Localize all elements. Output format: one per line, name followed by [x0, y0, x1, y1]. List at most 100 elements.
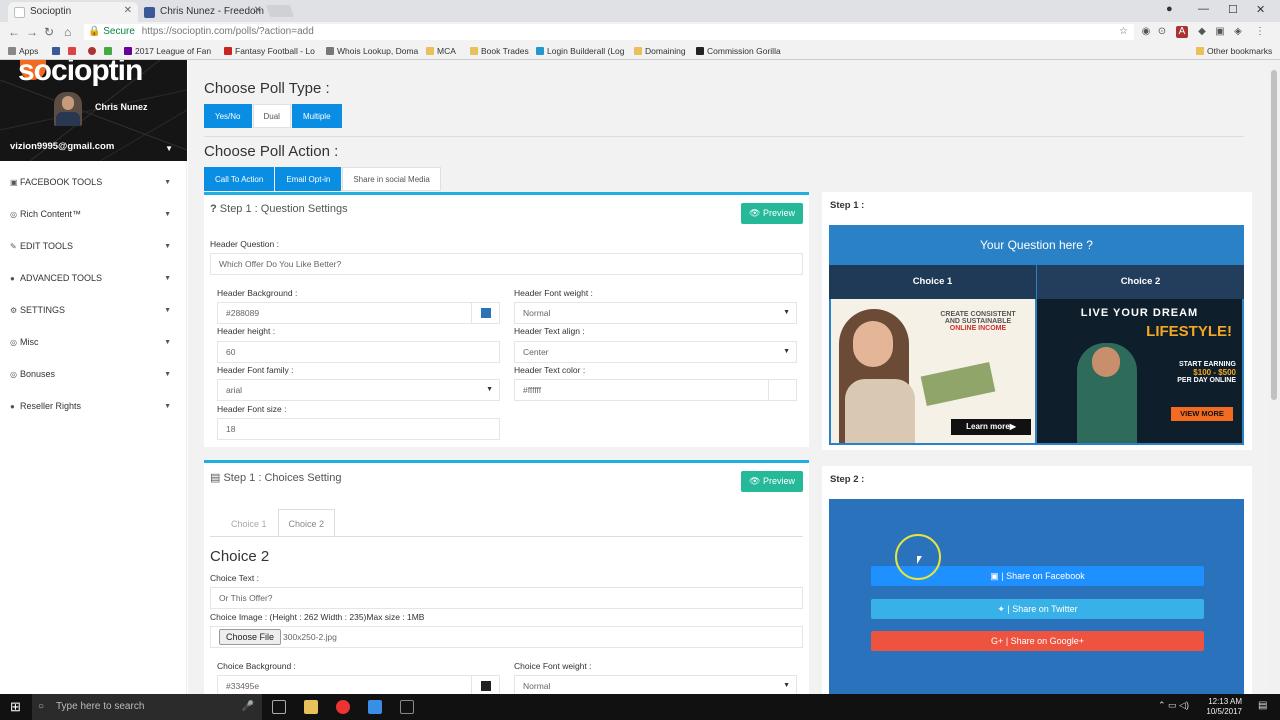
- sidebar-item-advanced-tools[interactable]: ● ADVANCED TOOLS ▼: [0, 263, 187, 295]
- taskbar-search[interactable]: ○ Type here to search 🎤: [32, 694, 262, 720]
- bookmark-other[interactable]: Other bookmarks: [1196, 46, 1272, 56]
- color-swatch[interactable]: [471, 303, 499, 323]
- bookmark-builderall[interactable]: Login Builderall (Log: [536, 46, 625, 56]
- profile-name: Chris Nunez: [95, 102, 148, 112]
- view-more-button[interactable]: VIEW MORE: [1171, 407, 1233, 421]
- bookmark-commission-gorilla[interactable]: Commission Gorilla: [696, 46, 781, 56]
- app-logo[interactable]: socioptin: [18, 60, 143, 88]
- chrome-icon[interactable]: [336, 700, 350, 714]
- bookmark-icon[interactable]: [104, 46, 115, 56]
- header-height-input[interactable]: 60: [217, 341, 500, 363]
- forward-icon[interactable]: →: [26, 25, 38, 39]
- menu-icon[interactable]: ⋮: [1254, 26, 1266, 38]
- header-background-input[interactable]: #288089: [217, 302, 500, 324]
- sidebar-item-reseller-rights[interactable]: ● Reseller Rights ▼: [0, 391, 187, 423]
- header-text-color-input[interactable]: #ffffff: [514, 379, 797, 401]
- maximize-icon[interactable]: ☐: [1228, 3, 1238, 16]
- sidebar-item-bonuses[interactable]: ◎ Bonuses ▼: [0, 359, 187, 391]
- file-explorer-icon[interactable]: [304, 700, 318, 714]
- bookmark-domaining[interactable]: Domaining: [634, 46, 686, 56]
- sidebar-item-settings[interactable]: ⚙ SETTINGS ▼: [0, 295, 187, 327]
- url-text: https://socioptin.com/polls/?action=add: [141, 26, 314, 37]
- poll-type-multiple-button[interactable]: Multiple: [291, 104, 342, 128]
- header-font-size-input[interactable]: 18: [217, 418, 500, 440]
- back-icon[interactable]: ←: [8, 25, 20, 39]
- share-google-button[interactable]: G+ | Share on Google+: [871, 631, 1204, 651]
- choice-text-input[interactable]: Or This Offer?: [210, 587, 803, 609]
- bookmark-apps[interactable]: Apps: [8, 46, 38, 56]
- extension-icon[interactable]: ▣: [1214, 26, 1226, 38]
- choice-image-file-input[interactable]: Choose File 300x250-2.jpg: [210, 626, 803, 648]
- profile-icon[interactable]: ●: [1166, 3, 1173, 15]
- choose-file-button[interactable]: Choose File: [219, 629, 282, 645]
- poll-choice-1[interactable]: Choice 1: [829, 265, 1036, 299]
- page-scrollbar[interactable]: [1268, 60, 1280, 694]
- account-dropdown[interactable]: vizion9995@gmail.com ▼: [0, 140, 187, 161]
- choice-tabs: Choice 1 Choice 2: [220, 509, 336, 537]
- bookmark-book-trades[interactable]: Book Trades: [470, 46, 529, 56]
- bookmark-fantasy[interactable]: Fantasy Football - Lo: [224, 46, 315, 56]
- windows-start-icon[interactable]: ⊞: [10, 699, 21, 715]
- bookmark-icon[interactable]: [88, 46, 99, 56]
- poll-choice-2[interactable]: Choice 2: [1037, 265, 1244, 299]
- home-icon[interactable]: ⌂: [64, 25, 71, 39]
- bookmark-mca[interactable]: MCA: [426, 46, 456, 56]
- url-bar[interactable]: 🔒 Secure https://socioptin.com/polls/?ac…: [84, 24, 1134, 40]
- tray-icons[interactable]: ⌃ ▭ ◁): [1158, 700, 1189, 711]
- choice-background-input[interactable]: #33495e: [217, 675, 500, 694]
- tab-choice-1[interactable]: Choice 1: [220, 509, 278, 537]
- search-icon: ○: [38, 701, 45, 712]
- browser-tab-socioptin[interactable]: Socioptin ✕: [8, 2, 138, 22]
- color-swatch[interactable]: [768, 380, 796, 400]
- header-font-family-select[interactable]: arial ▼: [217, 379, 500, 401]
- email-opt-in-button[interactable]: Email Opt-in: [275, 167, 342, 191]
- bookmark-league[interactable]: 2017 League of Fan: [124, 46, 211, 56]
- sidebar-item-edit-tools[interactable]: ✎ EDIT TOOLS ▼: [0, 231, 187, 263]
- new-tab-button[interactable]: [265, 5, 295, 17]
- header-font-weight-select[interactable]: Normal ▼: [514, 302, 797, 324]
- header-question-input[interactable]: Which Offer Do You Like Better?: [210, 253, 803, 275]
- task-view-icon[interactable]: [272, 700, 286, 714]
- bookmark-icon-f[interactable]: [52, 46, 63, 56]
- reload-icon[interactable]: ↻: [44, 25, 54, 39]
- close-icon[interactable]: ✕: [124, 5, 132, 16]
- close-window-icon[interactable]: ✕: [1256, 3, 1265, 16]
- browser-tab-chris[interactable]: Chris Nunez - Freedom ✕: [138, 2, 268, 22]
- bookmark-whois[interactable]: Whois Lookup, Doma: [326, 46, 418, 56]
- sidebar-item-misc[interactable]: ◎ Misc ▼: [0, 327, 187, 359]
- extension-icon[interactable]: ◈: [1232, 26, 1244, 38]
- close-icon[interactable]: ✕: [254, 5, 262, 16]
- app-icon[interactable]: [400, 700, 414, 714]
- extension-icon[interactable]: ⊙: [1156, 26, 1168, 38]
- call-to-action-button[interactable]: Call To Action: [204, 167, 275, 191]
- poll-type-yes-no-button[interactable]: Yes/No: [204, 104, 252, 128]
- preview-button[interactable]: 👁 Preview: [741, 203, 803, 224]
- ad-image-2[interactable]: LIVE YOUR DREAM LIFESTYLE! START EARNING…: [1037, 299, 1242, 443]
- sidebar-item-rich-content[interactable]: ◎ Rich Content™ ▼: [0, 199, 187, 231]
- diamond-icon: [104, 47, 112, 55]
- star-icon[interactable]: ☆: [1119, 24, 1128, 40]
- notification-icon[interactable]: ▤: [1258, 700, 1267, 711]
- extension-icon[interactable]: ◆: [1196, 26, 1208, 38]
- clock[interactable]: 12:13 AM 10/5/2017: [1206, 697, 1242, 717]
- share-twitter-button[interactable]: ✦ | Share on Twitter: [871, 599, 1204, 619]
- minimize-icon[interactable]: —: [1198, 3, 1209, 15]
- scrollbar-thumb[interactable]: [1271, 70, 1277, 400]
- header-text-align-select[interactable]: Center ▼: [514, 341, 797, 363]
- step1-preview-card: Step 1 : Your Question here ? Choice 1 C…: [822, 192, 1252, 450]
- poll-type-dual-button[interactable]: Dual: [252, 104, 291, 128]
- tab-choice-2[interactable]: Choice 2: [277, 509, 336, 537]
- app-icon[interactable]: [368, 700, 382, 714]
- caret-down-icon: ▼: [164, 339, 171, 346]
- color-swatch[interactable]: [471, 676, 499, 694]
- choice-font-weight-select[interactable]: Normal ▼: [514, 675, 797, 694]
- sidebar-item-facebook-tools[interactable]: ▣ FACEBOOK TOOLS ▼: [0, 167, 187, 199]
- learn-more-button[interactable]: Learn more▶: [951, 419, 1031, 435]
- share-social-media-button[interactable]: Share in social Media: [342, 167, 441, 191]
- extension-icon[interactable]: A: [1176, 26, 1188, 38]
- preview-button[interactable]: 👁 Preview: [741, 471, 803, 492]
- account-email: vizion9995@gmail.com: [10, 141, 115, 152]
- bookmark-icon-m[interactable]: [68, 46, 79, 56]
- extension-icon[interactable]: ◉: [1140, 26, 1152, 38]
- ad-image-1[interactable]: CREATE CONSISTENT AND SUSTAINABLE ONLINE…: [831, 299, 1035, 443]
